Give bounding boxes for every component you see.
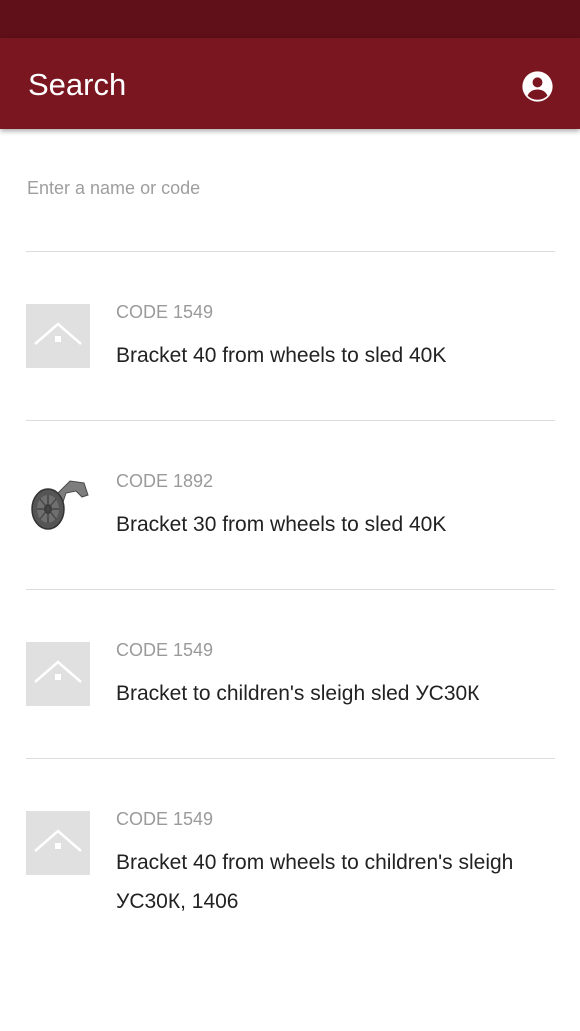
item-code: CODE 1549: [116, 809, 214, 829]
list-item[interactable]: CODE 1549 Bracket 40 from wheels to chil…: [0, 809, 580, 961]
item-name: Bracket 40 from wheels to sled 40K: [116, 344, 447, 367]
item-name: Bracket to children's sleigh sled УС30К: [116, 682, 480, 705]
list-item[interactable]: CODE 1549 Bracket 40 from wheels to sled…: [0, 302, 580, 454]
home-icon: [34, 660, 82, 683]
list-divider: [26, 589, 555, 590]
page-title: Search: [28, 67, 127, 102]
list-divider: [26, 420, 555, 421]
placeholder-image: [26, 642, 90, 706]
list-item[interactable]: CODE 1892 Bracket 30 from wheels to sled…: [0, 471, 580, 623]
home-icon: [34, 829, 82, 852]
search-input[interactable]: [27, 170, 547, 206]
home-icon: [34, 322, 82, 345]
item-code: CODE 1549: [116, 640, 214, 660]
item-code: CODE 1549: [116, 302, 214, 322]
account-circle-icon: [522, 71, 553, 102]
list-divider: [26, 758, 555, 759]
account-button[interactable]: [521, 70, 554, 103]
item-code: CODE 1892: [116, 471, 214, 491]
item-name: Bracket 30 from wheels to sled 40K: [116, 513, 447, 536]
app-bar: Search: [0, 38, 580, 129]
wheel-bracket-image: [31, 480, 89, 530]
placeholder-image: [26, 304, 90, 368]
search-underline: [26, 251, 555, 252]
status-bar: [0, 0, 580, 38]
item-name: Bracket 40 from wheels to children's sle…: [116, 851, 514, 913]
placeholder-image: [26, 811, 90, 875]
list-item[interactable]: CODE 1549 Bracket to children's sleigh s…: [0, 640, 580, 792]
product-image: [26, 473, 90, 537]
